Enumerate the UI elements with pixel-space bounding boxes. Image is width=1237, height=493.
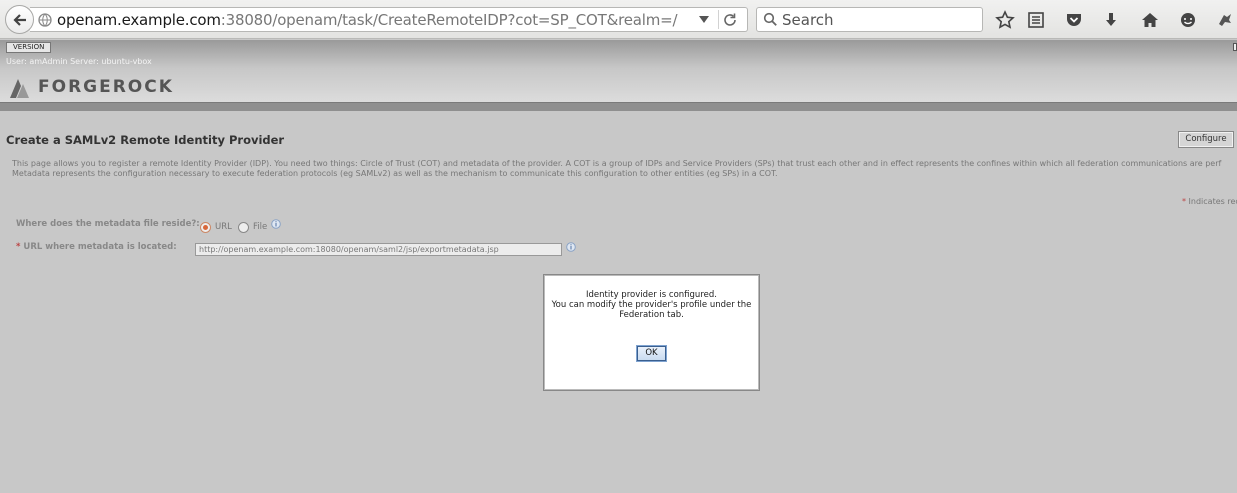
- description-line-2: Metadata represents the configuration ne…: [12, 169, 778, 178]
- browser-toolbar: openam.example.com:38080/openam/task/Cre…: [0, 0, 1237, 39]
- confirmation-dialog: Identity provider is configured. You can…: [543, 274, 760, 391]
- page-description: This page allows you to register a remot…: [12, 159, 1237, 179]
- configure-button[interactable]: Configure: [1178, 131, 1234, 148]
- download-icon[interactable]: [1101, 10, 1121, 30]
- star-icon[interactable]: [995, 10, 1015, 30]
- back-button[interactable]: [5, 5, 34, 34]
- forgerock-logo: FORGEROCK: [8, 77, 172, 99]
- required-note: * Indicates rec: [1182, 197, 1237, 206]
- globe-icon: [38, 13, 52, 27]
- search-icon: [763, 12, 777, 26]
- radio-url[interactable]: [200, 222, 211, 233]
- info-icon[interactable]: [271, 219, 281, 229]
- url-bar[interactable]: openam.example.com:38080/openam/task/Cre…: [30, 7, 748, 32]
- dialog-line-3: Federation tab.: [619, 310, 684, 320]
- extension-icon[interactable]: [1215, 10, 1235, 30]
- url-path: :38080/openam/task/CreateRemoteIDP?cot=S…: [220, 11, 678, 29]
- dialog-message: Identity provider is configured. You can…: [549, 290, 754, 320]
- required-star: *: [1182, 197, 1186, 206]
- logo-text: FORGEROCK: [38, 77, 174, 97]
- metadata-location-label: Where does the metadata file reside?:: [16, 219, 200, 229]
- radio-url-label[interactable]: URL: [215, 222, 232, 232]
- required-star: *: [16, 242, 21, 252]
- ok-button[interactable]: OK: [637, 346, 666, 361]
- search-input[interactable]: Search: [782, 11, 834, 29]
- pocket-icon[interactable]: [1064, 10, 1084, 30]
- home-icon[interactable]: [1140, 10, 1160, 30]
- reading-list-icon[interactable]: [1026, 10, 1046, 30]
- url-field-label-text: URL where metadata is located:: [23, 242, 177, 252]
- user-server-info: User: amAdmin Server: ubuntu-vbox: [6, 57, 152, 66]
- forgerock-logo-icon: [10, 79, 29, 98]
- url-text[interactable]: openam.example.com:38080/openam/task/Cre…: [57, 11, 678, 29]
- info-icon[interactable]: [566, 242, 576, 252]
- required-note-text: Indicates rec: [1188, 197, 1237, 206]
- back-arrow-icon: [13, 14, 26, 26]
- window-corner-box: [1233, 43, 1237, 51]
- radio-file[interactable]: [238, 222, 249, 233]
- dialog-line-1: Identity provider is configured.: [586, 290, 717, 300]
- url-dropdown-icon[interactable]: [699, 16, 709, 23]
- search-bar[interactable]: Search: [756, 7, 983, 32]
- radio-file-label[interactable]: File: [253, 222, 267, 232]
- url-host: openam.example.com: [57, 11, 221, 29]
- reload-icon[interactable]: [722, 12, 738, 28]
- dialog-line-2: You can modify the provider's profile un…: [551, 300, 752, 310]
- header-divider: [0, 102, 1237, 111]
- url-separator: [718, 10, 719, 29]
- description-line-1: This page allows you to register a remot…: [12, 159, 1222, 168]
- page-title: Create a SAMLv2 Remote Identity Provider: [6, 133, 285, 147]
- metadata-url-input[interactable]: http://openam.example.com:18080/openam/s…: [195, 243, 562, 256]
- app-header: VERSION User: amAdmin Server: ubuntu-vbo…: [0, 40, 1237, 102]
- url-field-label: * URL where metadata is located:: [16, 242, 177, 252]
- chat-icon[interactable]: [1178, 10, 1198, 30]
- version-button[interactable]: VERSION: [6, 42, 52, 53]
